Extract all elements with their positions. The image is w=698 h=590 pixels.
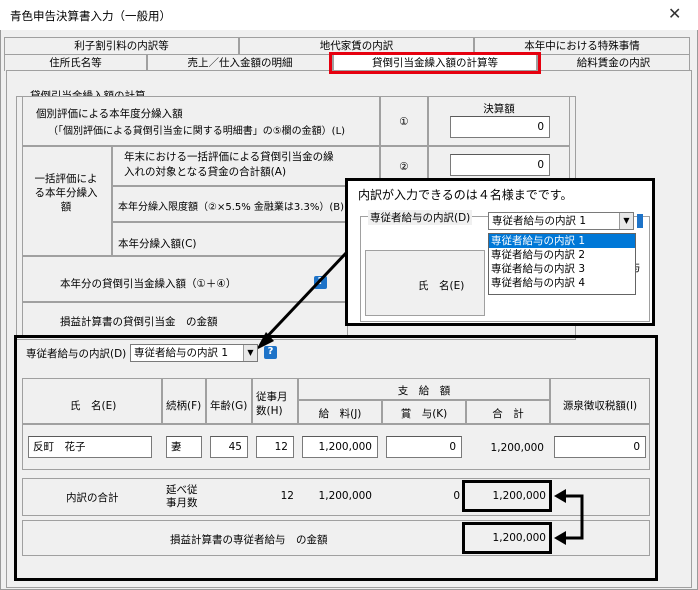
- connector-arrow: [554, 489, 584, 545]
